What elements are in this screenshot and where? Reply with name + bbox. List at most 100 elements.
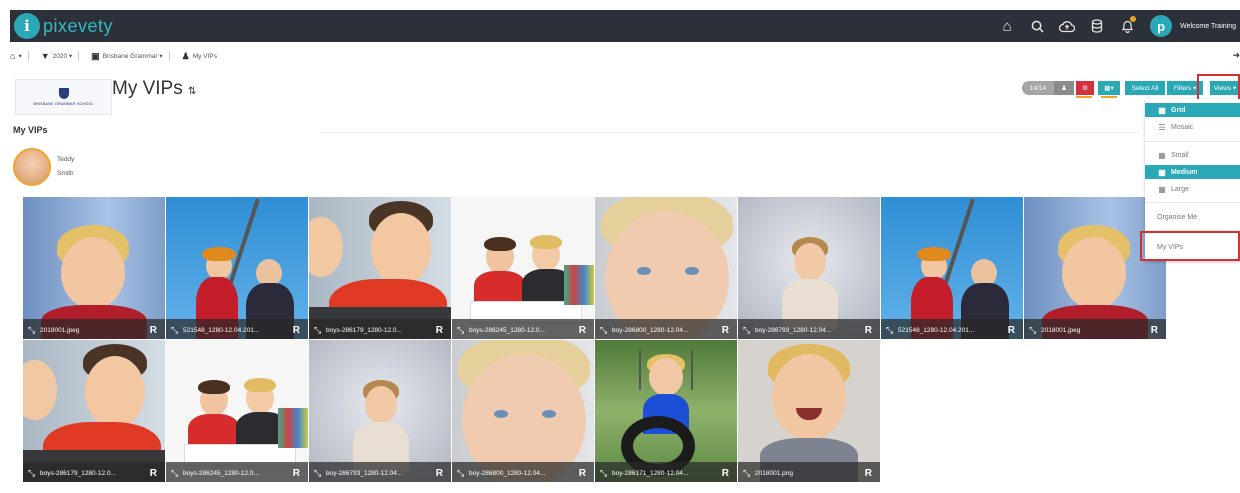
school-crest-icon — [58, 88, 69, 99]
restriction-badge: R — [721, 468, 729, 479]
expand-icon[interactable]: ⤡ — [171, 468, 178, 479]
photo-filename: boy-286171_1280-12.04... — [612, 470, 689, 477]
photo-tile[interactable]: ⤡ boys-286179_1280-12.0... R — [309, 197, 451, 339]
restriction-badge: R — [149, 325, 157, 336]
user-avatar[interactable]: p — [1150, 15, 1173, 37]
expand-icon[interactable]: ⤡ — [600, 325, 607, 336]
delete-icon[interactable]: ▩▾ — [1098, 81, 1120, 95]
restriction-badge: R — [435, 468, 443, 479]
breadcrumb-home[interactable]: ⌂ ▾ — [10, 51, 35, 61]
search-icon[interactable] — [1022, 10, 1052, 42]
photo-filename: boy-286793_1280-12.04... — [755, 327, 832, 334]
photo-filename: boys-286179_1280-12.0... — [40, 470, 116, 477]
menu-item-organise-me[interactable]: Organise Me — [1145, 210, 1240, 224]
breadcrumb-school[interactable]: ▣ Brisbane Grammar ▾ — [91, 51, 176, 62]
photo-count-badge: 14/14 — [1022, 81, 1054, 95]
photo-tile[interactable]: ⤡ boy-286800_1280-12.04... R — [595, 197, 737, 339]
cloud-upload-icon[interactable] — [1052, 10, 1082, 42]
expand-icon[interactable]: ⤡ — [171, 325, 178, 336]
sort-icon[interactable]: ⇅ — [188, 86, 196, 97]
menu-item-label: Mosaic — [1171, 123, 1194, 131]
expand-icon[interactable]: ⤡ — [457, 325, 464, 336]
notification-dot — [1130, 16, 1137, 22]
restriction-badge: R — [578, 468, 586, 479]
menu-divider — [1145, 141, 1240, 142]
photo-tile[interactable]: ⤡ boys-286245_1280-12.0... R — [166, 340, 308, 482]
vip-person[interactable]: Teddy Smith — [13, 148, 74, 186]
menu-item-small[interactable]: ▦ Small — [1145, 148, 1240, 162]
photo-tile[interactable]: ⤡ 521548_1280-12.04.201... R — [166, 197, 308, 339]
share-icon[interactable]: ⚙ — [1076, 81, 1094, 95]
photo-filename: boy-286800_1280-12.04... — [612, 327, 689, 334]
my-vips-highlight — [1140, 231, 1240, 261]
photo-tile[interactable]: ⤡ boy-286800_1280-12.04... R — [452, 340, 594, 482]
menu-item-medium[interactable]: ▦ Medium — [1145, 165, 1240, 179]
expand-icon[interactable]: ⤡ — [314, 468, 321, 479]
photo-filename: boy-286800_1280-12.04... — [469, 470, 546, 477]
divider — [320, 132, 1140, 133]
expand-icon[interactable]: ⤡ — [314, 325, 321, 336]
photo-tile[interactable]: ⤡ 521548_1280-12.04.201... R — [881, 197, 1023, 339]
year-label: 2020 — [52, 52, 68, 60]
breadcrumb-group[interactable]: ♟ My VIPs — [182, 51, 217, 62]
restriction-badge: R — [149, 468, 157, 479]
photo-tile[interactable]: ⤡ boys-286179_1280-12.0... R — [23, 340, 165, 482]
delete-indicator — [1101, 96, 1117, 98]
expand-icon[interactable]: ⤡ — [743, 325, 750, 336]
people-icon: ♟ — [181, 50, 190, 61]
select-all-button[interactable]: Select All — [1125, 81, 1165, 95]
restriction-badge: R — [292, 468, 300, 479]
photo-tile[interactable]: ⤡ boy-286171_1280-12.04... R — [595, 340, 737, 482]
chevron-down-icon: ▾ — [68, 53, 73, 60]
restriction-badge: R — [435, 325, 443, 336]
database-icon[interactable] — [1082, 10, 1112, 42]
expand-icon[interactable]: ⤡ — [1029, 325, 1036, 336]
menu-item-label: Grid — [1171, 106, 1186, 114]
chevron-down-icon: ▾ — [18, 53, 22, 60]
expand-icon[interactable]: ⤡ — [886, 325, 893, 336]
large-grid-icon: ▦ — [1158, 184, 1166, 194]
filter-icon: ▼ — [40, 51, 50, 61]
photo-tile[interactable]: ⤡ boy-286793_1280-12.04... R — [309, 340, 451, 482]
building-icon: ▣ — [91, 50, 100, 61]
photo-tile[interactable]: ⤡ 2018001.jpeg R — [23, 197, 165, 339]
share-indicator — [1076, 96, 1092, 98]
expand-icon[interactable]: ⤡ — [743, 468, 750, 479]
expand-icon[interactable]: ⤡ — [457, 468, 464, 479]
photo-tile[interactable]: ⤡ 2018001.png R — [738, 340, 880, 482]
arrow-right-icon[interactable]: ➜ — [1232, 50, 1240, 61]
breadcrumb-year[interactable]: ▼ 2020 ▾ — [41, 51, 85, 61]
menu-item-label: Organise Me — [1157, 213, 1198, 221]
photo-tile[interactable]: ⤡ boy-286793_1280-12.04... R — [738, 197, 880, 339]
restriction-badge: R — [1150, 325, 1158, 336]
menu-item-large[interactable]: ▦ Large — [1145, 182, 1240, 196]
brand-name: pixevety — [43, 15, 114, 36]
mosaic-icon: ☰ — [1158, 122, 1166, 132]
brand-logo[interactable]: i pixevety — [14, 13, 113, 39]
menu-item-label: Small — [1171, 151, 1189, 159]
photo-filename: 521548_1280-12.04.201... — [183, 327, 260, 334]
chevron-down-icon: ▾ — [159, 53, 163, 60]
photo-filename: boys-286179_1280-12.0... — [326, 327, 402, 334]
menu-item-grid[interactable]: ▦ Grid — [1145, 103, 1240, 117]
home-icon[interactable]: ⌂ — [992, 10, 1022, 42]
photo-filename: boy-286793_1280-12.04... — [326, 470, 403, 477]
expand-icon[interactable]: ⤡ — [28, 468, 35, 479]
school-label: Brisbane Grammar — [102, 52, 158, 60]
welcome-text[interactable]: Welcome Training — [1180, 23, 1236, 30]
person-icon[interactable]: ♟ — [1054, 81, 1074, 95]
vip-last-name: Smith — [57, 170, 74, 177]
vip-avatar — [13, 148, 51, 186]
page-title: My VIPs — [112, 78, 183, 99]
photo-filename: 2018001.png — [755, 470, 793, 477]
breadcrumb: ⌂ ▾ ▼ 2020 ▾ ▣ Brisbane Grammar ▾ ♟ My VI… — [10, 44, 1240, 68]
restriction-badge: R — [1007, 325, 1015, 336]
photo-tile[interactable]: ⤡ boys-286245_1280-12.0... R — [452, 197, 594, 339]
vip-name: Teddy Smith — [57, 153, 74, 181]
bell-icon[interactable] — [1112, 10, 1142, 42]
menu-item-mosaic[interactable]: ☰ Mosaic — [1145, 120, 1240, 134]
restriction-badge: R — [864, 468, 872, 479]
expand-icon[interactable]: ⤡ — [600, 468, 607, 479]
top-navbar: i pixevety ⌂ p Welcome Training — [10, 10, 1240, 42]
expand-icon[interactable]: ⤡ — [28, 325, 35, 336]
